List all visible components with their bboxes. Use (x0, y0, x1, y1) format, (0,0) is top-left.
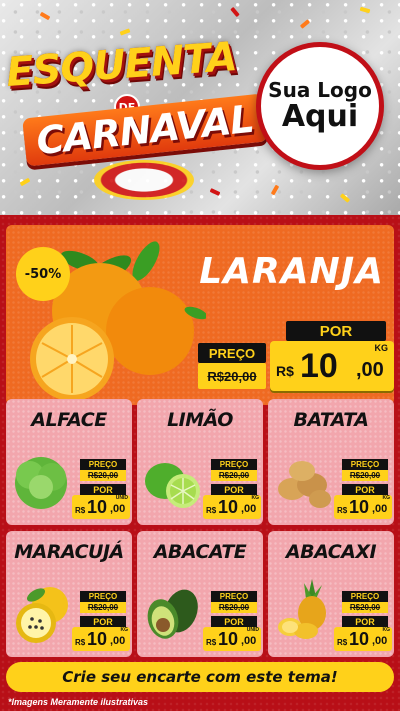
avocado-icon (147, 589, 198, 639)
logo-carnaval: CARNAVAL (22, 93, 268, 167)
old-price: R$20,00 (342, 470, 388, 481)
old-price: R$20,00 (211, 470, 257, 481)
product-name: ALFACE (31, 409, 107, 431)
price-unit: KG (374, 343, 389, 353)
drum-graphic (94, 160, 194, 200)
price-unit: UNID (246, 627, 259, 633)
new-price: R$ 10 ,00 UNID (203, 627, 261, 651)
por-label: POR (286, 321, 386, 341)
potato-icon (278, 461, 331, 508)
price-decimal: ,00 (372, 635, 388, 647)
confetti (39, 11, 51, 21)
new-price: R$ 10 ,00 KG (72, 627, 130, 651)
old-price: R$20,00 (80, 470, 126, 481)
passion-fruit-icon (16, 587, 68, 643)
price-integer: 10 (218, 497, 239, 517)
old-price: R$20,00 (211, 602, 257, 613)
price-integer: 10 (349, 629, 370, 649)
logo-esquenta: ESQUENTA (4, 34, 238, 96)
product-name: ABACATE (153, 541, 247, 563)
price-decimal: ,00 (372, 503, 388, 515)
price-decimal: ,00 (110, 635, 126, 647)
product-card-batata: BATATA PREÇO R$20,00 POR R$ 10 ,00 KG (268, 399, 394, 525)
cta-banner[interactable]: Crie seu encarte com este tema! (6, 662, 394, 692)
confetti (230, 6, 240, 18)
price-unit: KG (251, 495, 260, 501)
your-logo-badge: Sua Logo Aqui (256, 42, 384, 170)
product-name: ABACAXI (285, 541, 377, 563)
price-decimal: ,00 (241, 635, 257, 647)
currency: R$ (337, 506, 348, 515)
confetti (270, 184, 280, 196)
preco-label: PREÇO (211, 459, 257, 470)
currency: R$ (206, 506, 217, 515)
product-name: LIMÃO (167, 409, 233, 431)
old-price: R$20,00 (342, 602, 388, 613)
preco-label: PREÇO (80, 459, 126, 470)
price-integer: 10 (300, 347, 338, 385)
product-card-abacaxi: ABACAXI PREÇO R$20,00 POR R$ 10 ,00 KG (268, 531, 394, 657)
currency: R$ (206, 638, 217, 647)
product-card-limao: LIMÃO PREÇO R$20,00 POR R$ 10 ,00 KG (137, 399, 263, 525)
price-decimal: ,00 (356, 359, 384, 381)
por-label: POR (80, 484, 126, 495)
preco-label: PREÇO (198, 343, 266, 363)
old-price: R$20,00 (80, 602, 126, 613)
offers-area: -50% LARANJA PREÇO R$20,00 POR R$ 10 ,00… (0, 215, 400, 711)
price-unit: KG (382, 627, 391, 633)
price-integer: 10 (87, 629, 108, 649)
carnival-logo: ESQUENTA DE CARNAVAL (5, 34, 268, 200)
price-integer: 10 (218, 629, 239, 649)
price-unit: KG (382, 495, 391, 501)
featured-offer-card: -50% LARANJA PREÇO R$20,00 POR R$ 10 ,00… (6, 225, 394, 405)
product-card-maracuja: MARACUJÁ PREÇO R$20,00 POR R$ 10 ,00 KG (6, 531, 132, 657)
featured-price-block: PREÇO R$20,00 POR R$ 10 ,00 KG (198, 321, 394, 401)
preco-label: PREÇO (342, 459, 388, 470)
confetti (299, 19, 311, 29)
por-label: POR (211, 616, 257, 627)
confetti (119, 28, 131, 36)
currency: R$ (75, 506, 86, 515)
price-decimal: ,00 (241, 503, 257, 515)
product-name: BATATA (293, 409, 369, 431)
lettuce-icon (15, 457, 67, 509)
new-price: R$ 10 ,00 UNID (72, 495, 130, 519)
product-card-abacate: ABACATE PREÇO R$20,00 POR R$ 10 ,00 UNID (137, 531, 263, 657)
header-banner: ESQUENTA DE CARNAVAL Sua Logo Aqui (0, 0, 400, 215)
confetti (359, 6, 371, 14)
preco-label: PREÇO (342, 591, 388, 602)
price-unit: KG (120, 627, 129, 633)
confetti (339, 193, 351, 203)
preco-label: PREÇO (211, 591, 257, 602)
disclaimer: *Imagens Meramente ilustrativas (8, 697, 149, 707)
product-name: MARACUJÁ (14, 541, 124, 563)
pineapple-icon (278, 579, 326, 639)
price-integer: 10 (349, 497, 370, 517)
currency: R$ (75, 638, 86, 647)
por-label: POR (80, 616, 126, 627)
price-integer: 10 (87, 497, 108, 517)
new-price: R$ 10 ,00 KG (334, 495, 392, 519)
new-price: R$ 10 ,00 KG (334, 627, 392, 651)
old-price-value: R$20,00 (207, 368, 257, 384)
price-decimal: ,00 (110, 503, 126, 515)
por-label: POR (211, 484, 257, 495)
product-card-alface: ALFACE PREÇO R$20,00 POR R$ 10 ,00 UNID (6, 399, 132, 525)
badge-line-1: Sua Logo (268, 77, 372, 102)
new-price: R$ 10 ,00 KG (203, 495, 261, 519)
price-unit: UNID (115, 495, 128, 501)
por-label: POR (342, 484, 388, 495)
currency: R$ (276, 363, 294, 379)
currency: R$ (337, 638, 348, 647)
badge-line-2: Aqui (281, 98, 359, 134)
old-price: R$20,00 (198, 363, 266, 389)
discount-badge: -50% (16, 247, 70, 301)
lime-icon (145, 463, 200, 508)
por-label: POR (342, 616, 388, 627)
featured-product-name: LARANJA (199, 251, 384, 292)
preco-label: PREÇO (80, 591, 126, 602)
new-price: R$ 10 ,00 KG (270, 341, 394, 391)
